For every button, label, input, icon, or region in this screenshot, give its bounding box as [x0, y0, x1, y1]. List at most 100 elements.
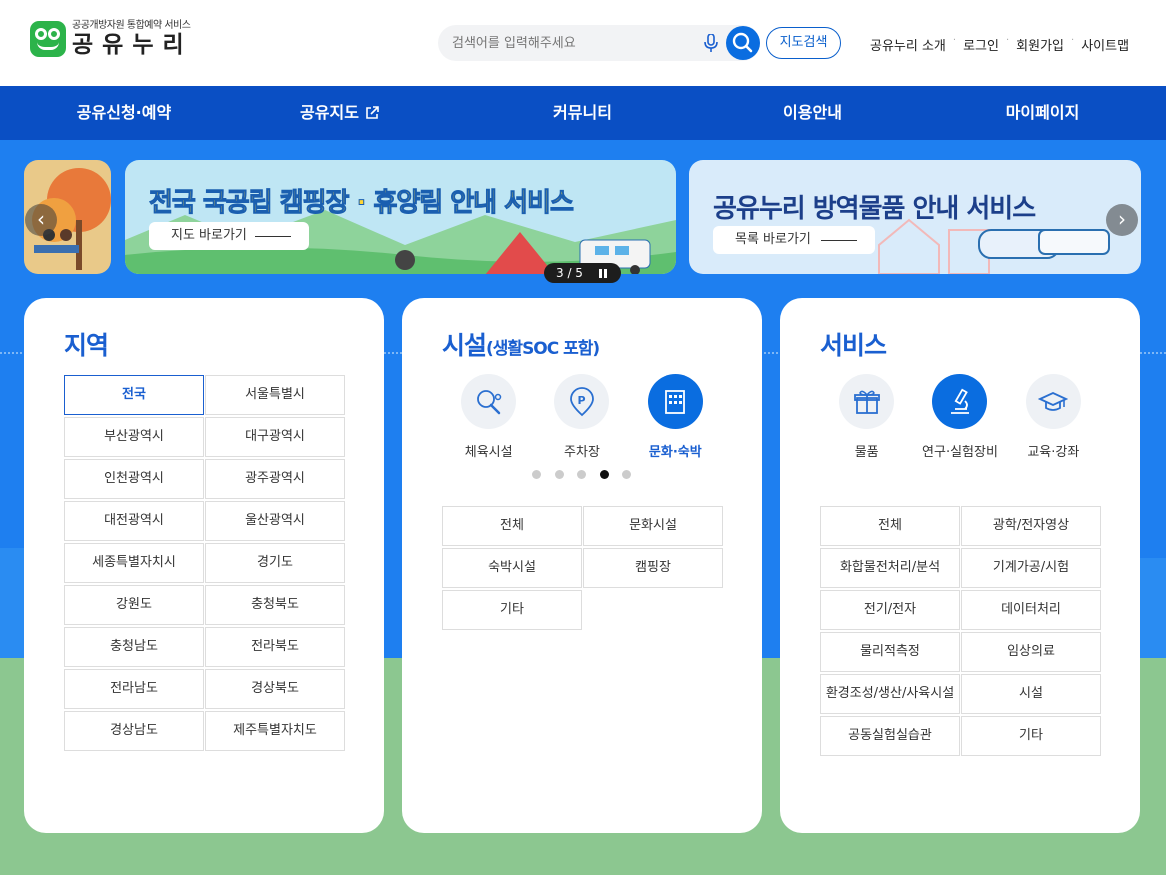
banner-slide-quarantine[interactable]: 공유누리 방역물품 안내 서비스 목록 바로가기: [689, 160, 1141, 274]
service-option[interactable]: 전체: [820, 506, 960, 546]
slide-pager: 3 / 5: [544, 263, 621, 283]
pause-icon[interactable]: [599, 269, 607, 278]
facility-title-main: 시설: [442, 331, 487, 360]
facility-category-label: 주차장: [564, 445, 600, 460]
facility-option[interactable]: 기타: [442, 590, 582, 630]
facility-title-sub: (생활SOC 포함): [486, 339, 600, 359]
facility-option[interactable]: 전체: [442, 506, 582, 546]
region-option[interactable]: 충청남도: [64, 627, 204, 667]
banner-slide-camping[interactable]: 전국 국공립 캠핑장 · 휴양림 안내 서비스 지도 바로가기: [125, 160, 676, 274]
search-input[interactable]: [452, 25, 692, 61]
region-option[interactable]: 서울특별시: [205, 375, 345, 415]
service-option[interactable]: 기계가공/시험: [961, 548, 1101, 588]
facility-category-label: 문화·숙박: [648, 445, 702, 460]
region-option[interactable]: 전라남도: [64, 669, 204, 709]
region-option[interactable]: 경기도: [205, 543, 345, 583]
facility-category-culture[interactable]: 문화·숙박: [630, 374, 720, 460]
service-option[interactable]: 환경조성/생산/사육시설: [820, 674, 960, 714]
service-grid: 전체 광학/전자영상 화합물전처리/분석 기계가공/시험 전기/전자 데이터처리 물리적측정…: [820, 506, 1101, 756]
region-option[interactable]: 전라북도: [205, 627, 345, 667]
region-option[interactable]: 경상남도: [64, 711, 204, 751]
service-category-label: 물품: [854, 445, 879, 460]
logo-subtitle: 공공개방자원 통합예약 서비스: [72, 20, 191, 31]
site-logo[interactable]: 공공개방자원 통합예약 서비스 공유누리: [30, 20, 193, 58]
service-panel: 서비스 물품 연구·실험장비 교육·강좌 전체 광학/전자영상 화합물전처리/분석 기…: [780, 298, 1140, 833]
region-option[interactable]: 강원도: [64, 585, 204, 625]
search-bar: [438, 25, 760, 61]
logo-icon: [30, 21, 66, 57]
nav-item-guide[interactable]: 이용안내: [730, 86, 895, 140]
indicator-dot[interactable]: [532, 470, 541, 479]
region-option[interactable]: 인천광역시: [64, 459, 204, 499]
service-title: 서비스: [820, 331, 887, 360]
service-option[interactable]: 광학/전자영상: [961, 506, 1101, 546]
nav-item-map[interactable]: 공유지도: [255, 86, 425, 140]
region-option[interactable]: 충청북도: [205, 585, 345, 625]
nav-item-map-label: 공유지도: [300, 103, 359, 122]
banner-list-link-button[interactable]: 목록 바로가기: [713, 226, 875, 254]
nav-item-reservation[interactable]: 공유신청·예약: [24, 86, 224, 140]
service-category-equipment[interactable]: 연구·실험장비: [915, 374, 1005, 460]
service-option[interactable]: 임상의료: [961, 632, 1101, 672]
facility-option[interactable]: 캠핑장: [583, 548, 723, 588]
utility-links: 공유누리 소개 · 로그인 · 회원가입 · 사이트맵: [870, 35, 1130, 54]
external-link-icon: [366, 106, 379, 119]
indicator-dot[interactable]: [622, 470, 631, 479]
util-link-sitemap[interactable]: 사이트맵: [1081, 35, 1129, 54]
util-link-about[interactable]: 공유누리 소개: [870, 35, 946, 54]
parking-icon: P: [554, 374, 610, 429]
region-option[interactable]: 광주광역시: [205, 459, 345, 499]
facility-option[interactable]: 문화시설: [583, 506, 723, 546]
microphone-icon[interactable]: [704, 34, 718, 52]
facility-slide-indicator: [532, 470, 645, 479]
banner-title: 공유누리 방역물품 안내 서비스: [713, 194, 1036, 224]
region-grid: 전국 서울특별시 부산광역시 대구광역시 인천광역시 광주광역시 대전광역시 울산광역시 세종특…: [64, 375, 345, 751]
region-option[interactable]: 부산광역시: [64, 417, 204, 457]
search-button[interactable]: [726, 26, 760, 60]
banner-title: 전국 국공립 캠핑장 · 휴양림 안내 서비스: [149, 188, 575, 219]
main-visual: 전국 국공립 캠핑장 · 휴양림 안내 서비스 지도 바로가기 공유누리 방역물…: [0, 140, 1166, 875]
service-icon-list: 물품 연구·실험장비 교육·강좌: [820, 374, 1100, 460]
facility-panel: 시설(생활SOC 포함) 체육시설 P 주차장 문화·숙박 전체 문화시설 숙박시설…: [402, 298, 762, 833]
map-search-button[interactable]: 지도검색: [766, 27, 841, 59]
region-option[interactable]: 울산광역시: [205, 501, 345, 541]
facility-category-label: 체육시설: [464, 445, 513, 460]
logo-title: 공유누리: [72, 32, 193, 58]
service-option[interactable]: 전기/전자: [820, 590, 960, 630]
util-link-join[interactable]: 회원가입: [1016, 35, 1064, 54]
facility-option[interactable]: 숙박시설: [442, 548, 582, 588]
region-title: 지역: [64, 331, 109, 360]
util-link-login[interactable]: 로그인: [963, 35, 999, 54]
service-category-goods[interactable]: 물품: [822, 374, 912, 460]
indicator-dot[interactable]: [554, 470, 564, 479]
region-option[interactable]: 세종특별자치시: [64, 543, 204, 583]
service-category-education[interactable]: 교육·강좌: [1008, 374, 1098, 460]
service-option[interactable]: 물리적측정: [820, 632, 960, 672]
facility-category-parking[interactable]: P 주차장: [537, 374, 627, 460]
region-option[interactable]: 대구광역시: [205, 417, 345, 457]
banner-map-link-button[interactable]: 지도 바로가기: [149, 222, 309, 250]
region-option[interactable]: 제주특별자치도: [205, 711, 345, 751]
ping-pong-icon: [461, 374, 517, 429]
indicator-dot-active[interactable]: [599, 470, 609, 479]
chevron-right-icon[interactable]: ›: [1106, 204, 1138, 236]
facility-category-sports[interactable]: 체육시설: [444, 374, 534, 460]
chevron-left-icon[interactable]: ‹: [25, 204, 57, 236]
nav-item-mypage[interactable]: 마이페이지: [960, 86, 1125, 140]
service-option[interactable]: 데이터처리: [961, 590, 1101, 630]
facility-title: 시설(생활SOC 포함): [442, 326, 600, 362]
facility-grid: 전체 문화시설 숙박시설 캠핑장 기타: [442, 506, 723, 630]
indicator-dot[interactable]: [577, 470, 586, 479]
service-option[interactable]: 공동실험실습관: [820, 716, 960, 756]
region-option[interactable]: 경상북도: [205, 669, 345, 709]
microscope-icon: [932, 374, 988, 429]
slide-counter: 3 / 5: [556, 266, 583, 280]
service-category-label: 연구·실험장비: [922, 445, 998, 460]
service-option[interactable]: 기타: [961, 716, 1101, 756]
service-option[interactable]: 시설: [961, 674, 1101, 714]
service-option[interactable]: 화합물전처리/분석: [820, 548, 960, 588]
region-option[interactable]: 전국: [64, 375, 204, 415]
nav-item-community[interactable]: 커뮤니티: [500, 86, 665, 140]
facility-icon-list: 체육시설 P 주차장 문화·숙박: [442, 374, 722, 460]
region-option[interactable]: 대전광역시: [64, 501, 204, 541]
